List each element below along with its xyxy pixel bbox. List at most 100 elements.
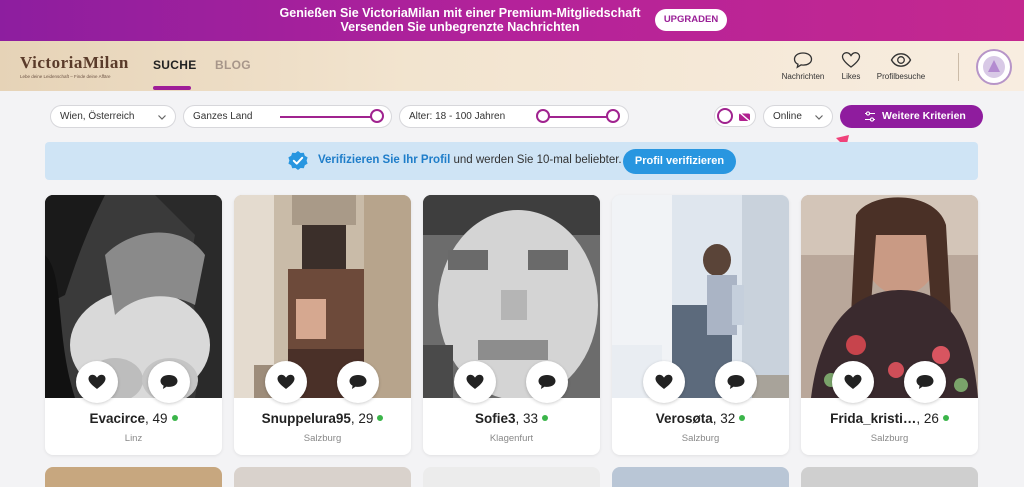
profile-card-partial[interactable] <box>423 467 600 487</box>
online-indicator <box>171 415 178 421</box>
age-value: Alter: 18 - 100 Jahren <box>409 111 506 122</box>
avatar-placeholder-icon <box>983 56 1005 78</box>
top-header: VictoriaMilan Lebe deine Leidenschaft – … <box>0 41 1024 91</box>
profile-age: , 26 <box>916 411 939 426</box>
message-button[interactable] <box>715 361 757 403</box>
premium-banner-text: Genießen Sie VictoriaMilan mit einer Pre… <box>250 6 670 34</box>
verify-profile-bar: Verifizieren Sie Ihr Profil und werden S… <box>45 142 978 180</box>
profile-age: , 33 <box>515 411 539 426</box>
profile-card-partial[interactable] <box>234 467 411 487</box>
profile-name: Frida_kristi…, 26 <box>801 411 978 426</box>
heart-icon <box>655 374 673 389</box>
premium-banner-line1: Genießen Sie VictoriaMilan mit einer Pre… <box>279 6 641 20</box>
profile-username: Snuppelura95 <box>261 411 351 426</box>
profile-city: Klagenfurt <box>489 433 534 444</box>
message-button[interactable] <box>526 361 568 403</box>
status-select[interactable]: Online <box>763 105 833 128</box>
age-slider-max-handle[interactable] <box>606 109 620 123</box>
profile-card-partial[interactable] <box>45 467 222 487</box>
nav-suche[interactable]: SUCHE <box>153 58 197 72</box>
distance-slider-handle[interactable] <box>370 109 384 123</box>
photo-filter-toggle[interactable] <box>714 105 756 127</box>
profile-photo <box>612 195 789 398</box>
like-button[interactable] <box>832 361 874 403</box>
verify-message: Verifizieren Sie Ihr Profil und werden S… <box>318 154 622 166</box>
logo-text: VictoriaMilan <box>20 53 129 72</box>
profile-name: Evacirce, 49 <box>45 411 222 426</box>
like-button[interactable] <box>76 361 118 403</box>
profile-city: Salzburg <box>303 433 342 444</box>
nav-active-indicator <box>153 86 191 90</box>
heart-icon <box>844 374 862 389</box>
profilbesuche-label: Profilbesuche <box>876 72 926 81</box>
like-button[interactable] <box>643 361 685 403</box>
profile-username: Verosøta <box>655 411 713 426</box>
header-divider <box>958 53 959 81</box>
online-indicator <box>739 415 746 421</box>
profile-age: , 49 <box>145 411 168 426</box>
distance-slider-track <box>280 116 378 118</box>
profile-username: Sofie3 <box>474 411 516 426</box>
age-filter[interactable]: Alter: 18 - 100 Jahren <box>399 105 629 128</box>
heart-icon <box>841 52 861 68</box>
heart-icon <box>277 374 295 389</box>
camera-off-icon <box>738 111 751 122</box>
message-button[interactable] <box>148 361 190 403</box>
more-criteria-label: Weitere Kriterien <box>882 110 966 122</box>
online-indicator <box>942 415 949 421</box>
speech-bubble-icon <box>793 52 813 69</box>
like-button[interactable] <box>454 361 496 403</box>
eye-icon <box>890 53 912 67</box>
verify-message-rest: und werden Sie 10-mal beliebter. <box>453 154 622 166</box>
profile-photo <box>423 195 600 398</box>
profile-city: Salzburg <box>681 433 720 444</box>
upgrade-button[interactable]: UPGRADEN <box>655 9 727 31</box>
user-avatar[interactable] <box>976 49 1012 85</box>
location-select[interactable]: Wien, Österreich <box>50 105 176 128</box>
distance-filter[interactable]: Ganzes Land <box>183 105 392 128</box>
distance-value: Ganzes Land <box>193 111 253 122</box>
more-criteria-button[interactable]: Weitere Kriterien <box>840 105 983 128</box>
heart-icon <box>88 374 106 389</box>
online-indicator <box>542 415 549 421</box>
profile-card[interactable]: Evacirce, 49 Linz <box>45 195 222 455</box>
nav-blog[interactable]: BLOG <box>215 58 251 72</box>
profile-username: Frida_kristi… <box>830 411 917 426</box>
like-button[interactable] <box>265 361 307 403</box>
online-indicator <box>377 415 384 421</box>
message-button[interactable] <box>337 361 379 403</box>
profile-card-partial[interactable] <box>801 467 978 487</box>
status-value: Online <box>773 111 802 122</box>
age-slider-min-handle[interactable] <box>536 109 550 123</box>
verify-profile-button[interactable]: Profil verifizieren <box>623 149 736 174</box>
profile-card[interactable]: Snuppelura95, 29 Salzburg <box>234 195 411 455</box>
chat-bubble-icon <box>916 375 934 389</box>
profile-card-partial[interactable] <box>612 467 789 487</box>
profile-age: , 32 <box>712 411 736 426</box>
profile-card[interactable]: Sofie3, 33 Klagenfurt <box>423 195 600 455</box>
profile-city: Linz <box>124 433 143 444</box>
toggle-knob <box>717 108 733 124</box>
profile-name: Snuppelura95, 29 <box>234 411 411 426</box>
profile-photo <box>234 195 411 398</box>
message-button[interactable] <box>904 361 946 403</box>
profile-card[interactable]: Verosøta, 32 Salzburg <box>612 195 789 455</box>
sliders-icon <box>865 111 875 122</box>
profile-name: Verosøta, 32 <box>612 411 789 426</box>
profilbesuche-nav[interactable]: Profilbesuche <box>871 51 931 81</box>
verify-message-bold[interactable]: Verifizieren Sie Ihr Profil <box>318 154 450 166</box>
premium-banner-line2: Versenden Sie unbegrenzte Nachrichten <box>340 20 580 34</box>
profile-card[interactable]: Frida_kristi…, 26 Salzburg <box>801 195 978 455</box>
profile-photo <box>801 195 978 398</box>
logo[interactable]: VictoriaMilan Lebe deine Leidenschaft – … <box>20 53 132 83</box>
chat-bubble-icon <box>727 375 745 389</box>
chevron-down-icon <box>158 115 166 120</box>
chat-bubble-icon <box>349 375 367 389</box>
verified-badge-icon <box>288 151 308 170</box>
profile-name: Sofie3, 33 <box>423 411 600 426</box>
logo-tagline: Lebe deine Leidenschaft – Finde deine Af… <box>20 74 111 79</box>
chevron-down-icon <box>815 115 823 120</box>
chat-bubble-icon <box>160 375 178 389</box>
chat-bubble-icon <box>538 375 556 389</box>
profile-city: Salzburg <box>870 433 909 444</box>
